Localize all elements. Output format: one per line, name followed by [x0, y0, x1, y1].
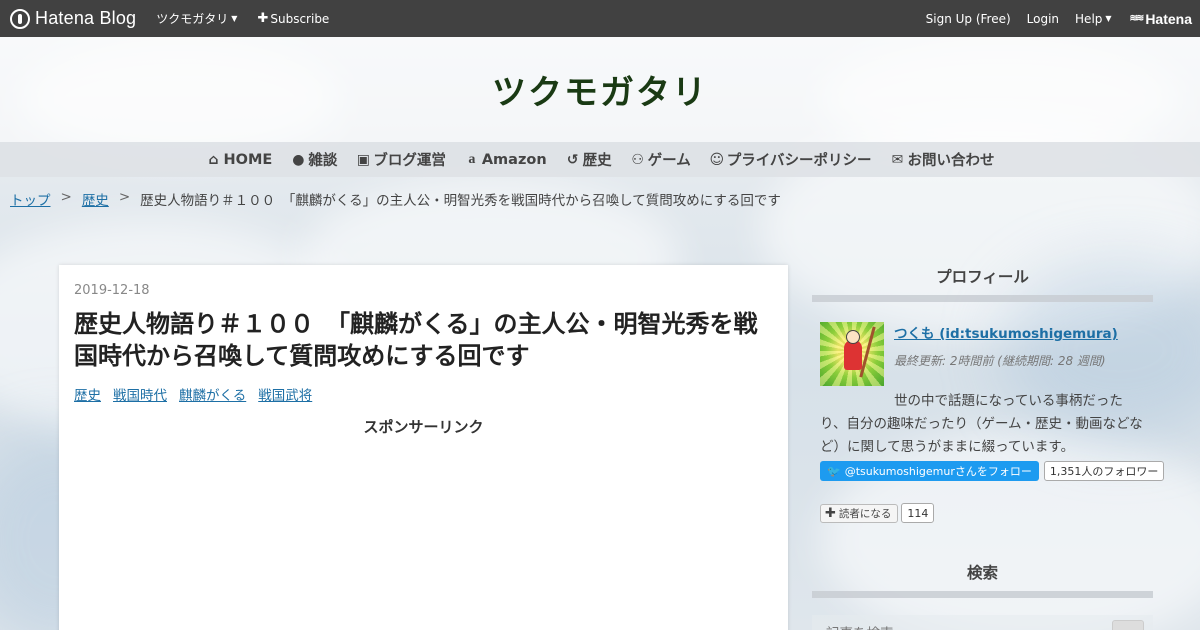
profile-heading: プロフィール	[812, 265, 1153, 302]
nav-item-label: 雑談	[308, 153, 338, 169]
category-link[interactable]: 麒麟がくる	[179, 384, 246, 404]
blog-title[interactable]: ツクモガタリ	[492, 65, 708, 114]
sidebar: プロフィール つくも (id:tsukumoshigemura) 最終更新: 2…	[812, 265, 1165, 630]
search-module	[812, 615, 1153, 630]
hatena-wave-icon: ≋≋	[1129, 13, 1145, 24]
nav-item-label: ブログ運営	[373, 153, 446, 169]
blog-menu-dropdown[interactable]: ツクモガタリ ▼	[156, 10, 237, 27]
category-link[interactable]: 歴史	[74, 384, 101, 404]
nav-item-label: ゲーム	[647, 153, 691, 169]
nav-item-history[interactable]: ↺ 歴史	[565, 149, 612, 170]
gamepad-icon: ⚇	[631, 151, 644, 168]
caret-down-icon: ▼	[231, 14, 238, 23]
twitter-follow-row: 🐦 @tsukumoshigemurさんをフォロー 1,351人のフォロワー	[812, 461, 1165, 481]
nav-item-home[interactable]: ⌂ HOME	[206, 152, 273, 168]
login-link[interactable]: Login	[1027, 12, 1059, 26]
breadcrumb: トップ > 歴史 > 歴史人物語り＃１００ 「麒麟がくる」の主人公・明智光秀を戦…	[10, 189, 781, 209]
breadcrumb-top-link[interactable]: トップ	[10, 189, 51, 209]
nav-item-label: HOME	[223, 151, 273, 168]
twitter-follow-button[interactable]: 🐦 @tsukumoshigemurさんをフォロー	[820, 461, 1039, 481]
blog-header: ツクモガタリ	[0, 37, 1200, 142]
envelope-icon: ✉	[891, 151, 904, 168]
twitter-bird-icon: 🐦	[827, 464, 841, 478]
search-heading: 検索	[812, 561, 1153, 598]
article-title[interactable]: 歴史人物語り＃１００ 「麒麟がくる」の主人公・明智光秀を戦国時代から召喚して質問…	[74, 308, 773, 372]
article-categories: 歴史 戦国時代 麒麟がくる 戦国武将	[74, 384, 773, 404]
breadcrumb-category-link[interactable]: 歴史	[82, 189, 109, 209]
breadcrumb-separator: >	[60, 189, 72, 205]
profile-meta: 最終更新: 2時間前 (継続期間: 28 週間)	[894, 354, 1106, 368]
avatar[interactable]	[820, 322, 884, 386]
search-button[interactable]	[1112, 620, 1144, 630]
signup-link[interactable]: Sign Up (Free)	[926, 12, 1011, 26]
hatena-blog-logo-text: Hatena Blog	[35, 8, 137, 28]
breadcrumb-current: 歴史人物語り＃１００ 「麒麟がくる」の主人公・明智光秀を戦国時代から召喚して質問…	[140, 193, 781, 209]
subscribe-label: Subscribe	[270, 11, 330, 26]
nav-item-label: 歴史	[582, 153, 612, 169]
subscribe-button[interactable]: ✚ Subscribe	[257, 11, 329, 26]
plus-icon: ✚	[257, 11, 269, 26]
hatena-logo-link[interactable]: ≋≋ Hatena	[1130, 11, 1192, 27]
help-label: Help	[1075, 11, 1103, 26]
caret-down-icon: ▼	[1105, 14, 1112, 23]
blogger-icon: ▣	[356, 151, 370, 168]
nav-item-blog-management[interactable]: ▣ ブログ運営	[355, 149, 446, 170]
nav-item-label: プライバシーポリシー	[726, 153, 872, 169]
follower-count: 1,351人のフォロワー	[1043, 461, 1165, 481]
global-nav: ⌂ HOME ● 雑談 ▣ ブログ運営 a Amazon ↺ 歴史 ⚇ ゲーム …	[0, 142, 1200, 177]
profile-module: つくも (id:tsukumoshigemura) 最終更新: 2時間前 (継続…	[812, 322, 1153, 386]
reader-row: ✚ 読者になる 114	[812, 503, 1153, 523]
subscribe-reader-button[interactable]: ✚ 読者になる	[820, 503, 899, 523]
plus-icon: ✚	[825, 505, 836, 521]
blog-menu-label: ツクモガタリ	[156, 12, 229, 26]
twitter-follow-label: @tsukumoshigemurさんをフォロー	[844, 465, 1032, 478]
article-entry: 2019-12-18 歴史人物語り＃１００ 「麒麟がくる」の主人公・明智光秀を戦…	[59, 265, 788, 630]
nav-item-privacy-policy[interactable]: ☺ プライバシーポリシー	[709, 149, 872, 170]
breadcrumb-separator: >	[118, 189, 131, 205]
category-link[interactable]: 戦国時代	[113, 384, 167, 404]
search-input[interactable]	[812, 615, 1153, 630]
hatena-blog-logo[interactable]: Hatena Blog	[10, 0, 136, 37]
nav-item-amazon[interactable]: a Amazon	[464, 151, 547, 168]
reader-count: 114	[901, 503, 935, 523]
hatena-logo-text: Hatena	[1145, 10, 1192, 27]
reader-button-label: 読者になる	[838, 507, 892, 520]
profile-description-rest: り、自分の趣味だったり（ゲーム・歴史・動画などなど）に関して思うがままに綴ってい…	[820, 416, 1143, 455]
amazon-icon: a	[468, 151, 476, 167]
sponsored-link-label: スポンサーリンク	[363, 418, 484, 436]
nav-item-chat[interactable]: ● 雑談	[290, 149, 337, 170]
chat-icon: ●	[292, 151, 305, 168]
profile-description-line: 世の中で話題になっている事柄だった	[894, 393, 1123, 409]
profile-name-link[interactable]: つくも (id:tsukumoshigemura)	[894, 322, 1153, 342]
history-icon: ↺	[566, 151, 579, 168]
category-link[interactable]: 戦国武将	[258, 384, 312, 404]
help-dropdown[interactable]: Help ▼	[1075, 12, 1112, 26]
smile-icon: ☺	[709, 151, 725, 168]
profile-description: 世の中で話題になっている事柄だった り、自分の趣味だったり（ゲーム・歴史・動画な…	[812, 390, 1153, 459]
home-icon: ⌂	[208, 151, 219, 168]
hatena-global-header: Hatena Blog ツクモガタリ ▼ ✚ Subscribe Sign Up…	[0, 0, 1200, 37]
nav-item-label: お問い合わせ	[907, 153, 995, 169]
nav-item-contact[interactable]: ✉ お問い合わせ	[889, 149, 995, 170]
nav-item-game[interactable]: ⚇ ゲーム	[630, 149, 691, 170]
hatena-blog-logo-icon	[10, 8, 30, 29]
nav-item-label: Amazon	[481, 151, 547, 168]
article-date[interactable]: 2019-12-18	[74, 283, 773, 298]
